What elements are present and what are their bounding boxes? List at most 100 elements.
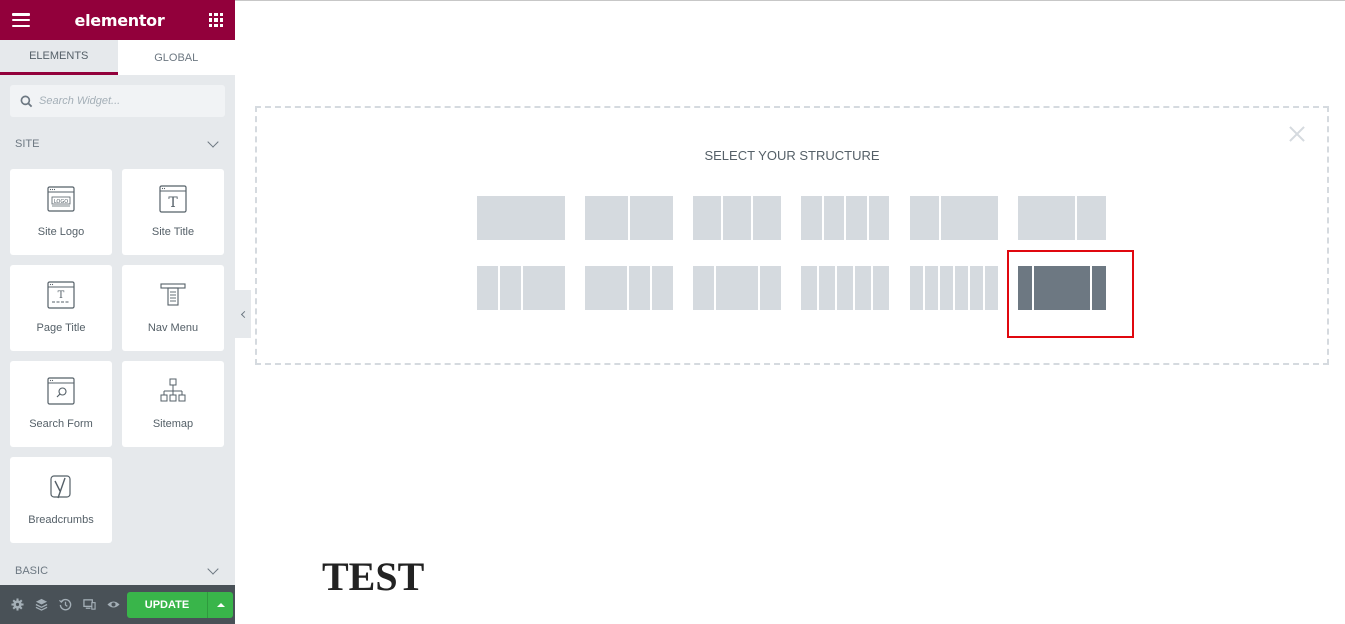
select-structure-box: SELECT YOUR STRUCTURE	[255, 106, 1329, 365]
structure-preset-33-33-33[interactable]	[693, 196, 781, 240]
structure-preset-50-25-25[interactable]	[585, 266, 673, 310]
elements-panel: elementor ELEMENTS GLOBAL SITE LOGO	[0, 0, 235, 624]
search-form-icon	[46, 376, 76, 406]
tab-elements[interactable]: ELEMENTS	[0, 40, 118, 75]
category-site-header[interactable]: SITE	[0, 127, 235, 161]
history-icon[interactable]	[53, 593, 77, 617]
structure-preset-100[interactable]	[477, 196, 565, 240]
preset-column	[630, 196, 673, 240]
nav-menu-icon	[158, 280, 188, 310]
elementor-logo: elementor	[74, 10, 165, 30]
search-wrapper	[0, 75, 235, 127]
preset-column	[801, 196, 822, 240]
search-widget-input[interactable]	[39, 95, 209, 107]
elementor-editor: elementor ELEMENTS GLOBAL SITE LOGO	[0, 0, 1345, 624]
collapse-panel-button[interactable]	[235, 290, 251, 338]
tab-global[interactable]: GLOBAL	[117, 40, 235, 75]
selection-highlight	[1007, 250, 1134, 338]
structure-preset-25-25-50[interactable]	[477, 266, 565, 310]
page-title-icon: T	[46, 280, 76, 310]
widget-breadcrumbs[interactable]: Breadcrumbs	[10, 457, 112, 543]
category-site-label: SITE	[15, 138, 40, 150]
panel-footer: UPDATE	[0, 585, 235, 624]
breadcrumbs-icon	[46, 472, 76, 502]
chevron-down-icon	[207, 136, 219, 148]
widget-site-logo[interactable]: LOGO Site Logo	[10, 169, 112, 255]
preview-top-border	[235, 0, 1345, 1]
preset-column	[925, 266, 938, 310]
site-logo-icon: LOGO	[46, 184, 76, 214]
widget-label: Site Logo	[37, 226, 85, 238]
structure-preset-33-66[interactable]	[910, 196, 998, 240]
preset-column	[1018, 196, 1076, 240]
preset-column	[855, 266, 871, 310]
preset-column	[910, 266, 923, 310]
preset-column	[873, 266, 889, 310]
preset-column	[846, 196, 867, 240]
widget-search-form[interactable]: Search Form	[10, 361, 112, 447]
panel-tabs: ELEMENTS GLOBAL	[0, 40, 235, 75]
site-title-icon: T	[158, 184, 188, 214]
settings-icon[interactable]	[5, 593, 29, 617]
sitemap-icon	[158, 376, 188, 406]
preset-column	[500, 266, 521, 310]
preset-column	[868, 196, 889, 240]
search-icon	[20, 95, 33, 107]
preset-column	[585, 196, 628, 240]
preset-column	[955, 266, 968, 310]
preview-icon[interactable]	[101, 593, 125, 617]
preset-column	[585, 266, 627, 310]
preset-column	[823, 196, 844, 240]
update-options-button[interactable]	[207, 591, 233, 618]
update-button[interactable]: UPDATE	[127, 591, 207, 618]
structure-preset-16x6[interactable]	[910, 266, 998, 310]
preset-column	[693, 266, 714, 310]
structure-title: SELECT YOUR STRUCTURE	[704, 148, 880, 163]
chevron-down-icon	[207, 563, 219, 575]
preset-column	[753, 196, 781, 240]
panel-header: elementor	[0, 0, 235, 40]
svg-text:LOGO: LOGO	[54, 199, 68, 205]
preset-column	[940, 266, 953, 310]
category-basic-header[interactable]: BASIC	[0, 554, 235, 588]
preset-column	[985, 266, 998, 310]
preset-column	[760, 266, 781, 310]
widget-sitemap[interactable]: Sitemap	[122, 361, 224, 447]
widget-label: Sitemap	[152, 418, 194, 430]
widget-label: Site Title	[151, 226, 195, 238]
preset-column	[910, 196, 939, 240]
svg-text:T: T	[58, 290, 65, 301]
structure-preset-20-20-20-20-20[interactable]	[801, 266, 889, 310]
preset-column	[629, 266, 650, 310]
preset-column	[1077, 196, 1106, 240]
widget-site-title[interactable]: T Site Title	[122, 169, 224, 255]
structure-preset-50-50[interactable]	[585, 196, 673, 240]
hamburger-icon[interactable]	[12, 13, 30, 27]
widget-nav-menu[interactable]: Nav Menu	[122, 265, 224, 351]
responsive-icon[interactable]	[77, 593, 101, 617]
grid-icon[interactable]	[209, 13, 223, 27]
search-box	[10, 85, 225, 117]
navigator-icon[interactable]	[29, 593, 53, 617]
preset-column	[940, 196, 998, 240]
preset-column	[723, 196, 751, 240]
widget-label: Page Title	[36, 322, 86, 334]
preset-column	[801, 266, 817, 310]
widget-label: Breadcrumbs	[28, 514, 94, 526]
chevron-left-icon	[240, 310, 248, 318]
structure-preset-66-33[interactable]	[1018, 196, 1106, 240]
widget-label: Search Form	[29, 418, 93, 430]
svg-text:T: T	[168, 195, 178, 211]
preset-column	[477, 266, 498, 310]
preset-column	[652, 266, 673, 310]
preset-column	[837, 266, 853, 310]
preset-column	[819, 266, 835, 310]
close-icon[interactable]	[1287, 124, 1307, 144]
structure-preset-25-25-25-25[interactable]	[801, 196, 889, 240]
category-basic-label: BASIC	[15, 565, 49, 577]
caret-up-icon	[216, 602, 225, 607]
preset-column	[477, 196, 565, 240]
structure-preset-25-50-25[interactable]	[693, 266, 781, 310]
widget-page-title[interactable]: T Page Title	[10, 265, 112, 351]
widget-label: Nav Menu	[147, 322, 199, 334]
